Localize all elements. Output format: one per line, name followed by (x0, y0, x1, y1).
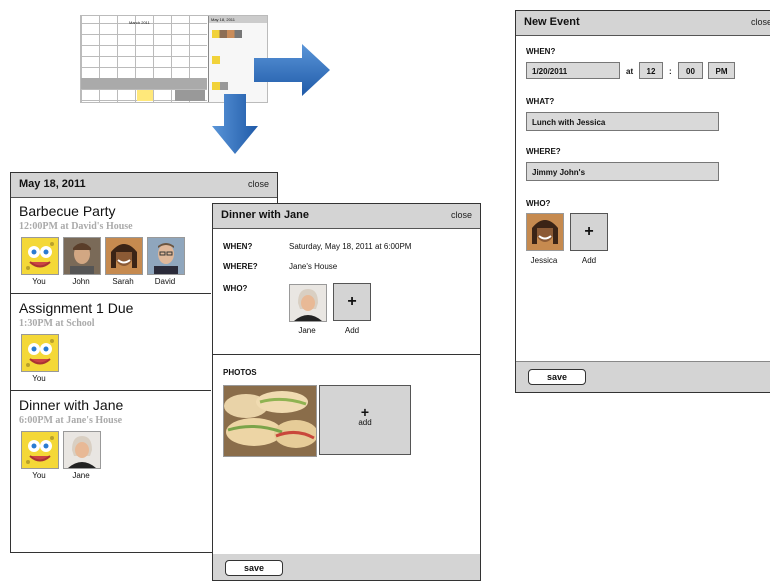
who-label: WHO? (223, 284, 248, 293)
arrow-down-icon (212, 94, 258, 154)
calendar-thumb-avatar-row2 (212, 56, 220, 64)
event-title: Barbecue Party (19, 203, 116, 219)
calendar-thumb-dark-row (81, 78, 207, 89)
close-button[interactable]: close (751, 17, 770, 27)
add-photo-label: add (358, 418, 372, 427)
event-time: 6:00PM at Jane's House (19, 415, 123, 426)
calendar-thumb-avatar-row (212, 30, 242, 38)
photos-label: PHOTOS (223, 368, 257, 377)
event-item-dinner[interactable]: Dinner with Jane 6:00PM at Jane's House … (11, 391, 211, 487)
photo-thumbnail[interactable] (223, 385, 317, 457)
who-label: WHO? (526, 199, 551, 208)
close-button[interactable]: close (451, 210, 472, 220)
add-person-button[interactable]: + (333, 283, 371, 321)
add-person-button[interactable]: + (570, 213, 608, 251)
event-time: 12:00PM at David's House (19, 221, 133, 232)
event-time: 1:30PM at School (19, 318, 95, 329)
what-label: WHAT? (526, 97, 555, 106)
avatar-david (147, 237, 185, 275)
date-field[interactable]: 1/20/2011 (526, 62, 620, 79)
calendar-thumb-side-date: May 18, 2011 (209, 16, 267, 23)
event-detail-title: Dinner with Jane (221, 209, 310, 221)
at-label: at (626, 67, 634, 76)
plus-icon: + (360, 404, 370, 420)
event-detail-header: Dinner with Jane close (213, 204, 480, 229)
when-value: Saturday, May 18, 2011 at 6:00PM (289, 242, 412, 251)
add-label: Add (344, 326, 360, 335)
event-item-barbecue[interactable]: Barbecue Party 12:00PM at David's House … (11, 197, 211, 294)
new-event-title: New Event (524, 16, 580, 28)
new-event-panel: New Event close WHEN? 1/20/2011 at 12 : … (515, 10, 770, 393)
new-event-header: New Event close (516, 11, 770, 36)
avatar-you (21, 237, 59, 275)
plus-icon: + (347, 293, 357, 310)
save-button[interactable]: save (528, 369, 586, 385)
avatar-sarah (105, 237, 143, 275)
calendar-thumb-grid: March 2011 (81, 16, 207, 102)
add-photo-button[interactable]: + add (319, 385, 411, 455)
new-event-footer: save (516, 361, 770, 392)
event-title: Dinner with Jane (19, 397, 124, 413)
calendar-thumb-month: March 2011 (129, 20, 150, 25)
avatar-john (63, 237, 101, 275)
what-field[interactable]: Lunch with Jessica (526, 112, 719, 131)
avatar-jessica (526, 213, 564, 251)
ampm-field[interactable]: PM (708, 62, 735, 79)
plus-icon: + (584, 223, 594, 240)
avatar-jane (289, 284, 327, 322)
person-label: Sarah (112, 277, 134, 286)
where-field[interactable]: Jimmy John's (526, 162, 719, 181)
where-label: WHERE? (526, 147, 561, 156)
divider (213, 354, 480, 355)
person-label: You (32, 471, 46, 480)
avatar-you (21, 431, 59, 469)
person-label: You (32, 374, 46, 383)
person-label: Jane (72, 471, 90, 480)
where-label: WHERE? (223, 262, 258, 271)
person-label: Jessica (530, 256, 558, 265)
avatar-you (21, 334, 59, 372)
save-button[interactable]: save (225, 560, 283, 576)
avatar-jane (63, 431, 101, 469)
day-panel-header: May 18, 2011 close (11, 173, 277, 198)
when-label: WHEN? (223, 242, 253, 251)
calendar-thumb-shade (175, 90, 205, 101)
time-colon: : (669, 67, 672, 76)
arrow-right-icon (254, 44, 330, 96)
detail-footer: save (213, 554, 480, 580)
when-label: WHEN? (526, 47, 556, 56)
person-label: John (72, 277, 90, 286)
hour-field[interactable]: 12 (639, 62, 663, 79)
calendar-thumb-avatar-row3 (212, 82, 228, 90)
event-detail-panel: Dinner with Jane close WHEN? Saturday, M… (212, 203, 481, 581)
where-value: Jane's House (289, 262, 338, 271)
minute-field[interactable]: 00 (678, 62, 703, 79)
event-item-assignment[interactable]: Assignment 1 Due 1:30PM at School You (11, 294, 211, 391)
person-label: David (154, 277, 176, 286)
day-panel-title: May 18, 2011 (19, 178, 86, 190)
calendar-thumbnail: March 2011 May 18, 2011 (80, 15, 268, 103)
calendar-thumb-highlight (137, 90, 153, 101)
person-label: Jane (298, 326, 316, 335)
close-button[interactable]: close (248, 179, 269, 189)
event-title: Assignment 1 Due (19, 300, 134, 316)
person-label: You (32, 277, 46, 286)
add-label: Add (581, 256, 597, 265)
